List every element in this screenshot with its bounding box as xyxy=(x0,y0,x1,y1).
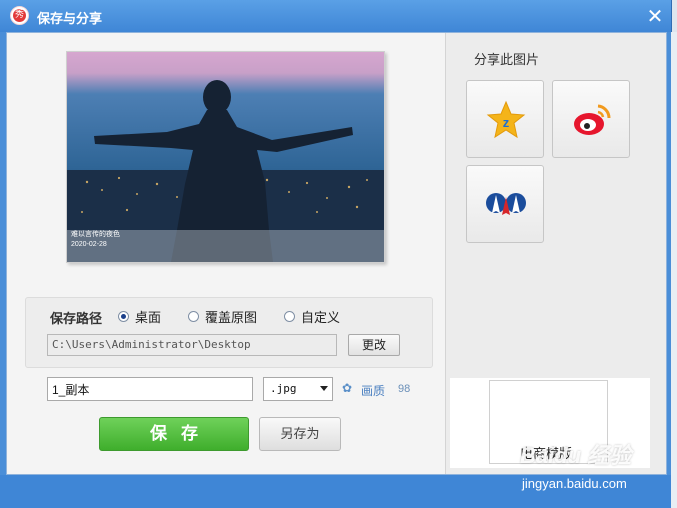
share-renren-button[interactable] xyxy=(466,165,544,243)
save-path-label: 保存路径 xyxy=(50,311,103,326)
radio-desktop-label: 桌面 xyxy=(135,309,162,325)
filename-input[interactable]: 1_副本 xyxy=(47,377,253,401)
dialog-window: 秀 保存与分享 ✕ 难以言传的夜色 2020-02-28 保存路径 桌面 覆盖原… xyxy=(0,0,672,508)
radio-dot[interactable] xyxy=(284,310,295,322)
radio-overwrite-label: 覆盖原图 xyxy=(205,309,258,325)
save-pane: 难以言传的夜色 2020-02-28 保存路径 桌面 覆盖原图 自定义 C:\U… xyxy=(7,33,445,474)
app-logo-glyph: 秀 xyxy=(13,9,26,22)
weibo-icon xyxy=(574,104,611,135)
radio-custom-label: 自定义 xyxy=(301,309,341,325)
format-select[interactable]: .jpg xyxy=(263,377,333,401)
close-button[interactable]: ✕ xyxy=(644,6,666,28)
svg-text:z: z xyxy=(503,115,510,130)
share-weibo-button[interactable] xyxy=(552,80,630,158)
watermark-logo: Baidu 经验 xyxy=(520,443,632,468)
watermark-url: jingyan.baidu.com xyxy=(522,476,627,491)
format-value: .jpg xyxy=(270,382,297,395)
caption-date: 2020-02-28 xyxy=(71,241,107,248)
radio-dot[interactable] xyxy=(188,310,199,322)
share-pane: 分享此图片 z 电商模版 xyxy=(446,33,666,474)
renren-icon xyxy=(486,193,526,215)
save-button[interactable]: 保存 xyxy=(99,417,249,451)
radio-custom[interactable]: 自定义 xyxy=(284,308,341,325)
share-title: 分享此图片 xyxy=(474,52,540,67)
share-qzone-button[interactable]: z xyxy=(466,80,544,158)
path-field[interactable]: C:\Users\Administrator\Desktop xyxy=(47,334,337,356)
quality-value: 98 xyxy=(398,383,411,395)
background-window-edge xyxy=(671,32,677,508)
dialog-body: 难以言传的夜色 2020-02-28 保存路径 桌面 覆盖原图 自定义 C:\U… xyxy=(6,32,667,475)
gear-icon[interactable]: ✿ xyxy=(342,382,354,394)
caption-title: 难以言传的夜色 xyxy=(71,231,120,238)
quality-link[interactable]: 画质 xyxy=(361,382,385,399)
app-logo-icon: 秀 xyxy=(10,6,29,25)
save-path-group: 保存路径 桌面 覆盖原图 自定义 C:\Users\Administrator\… xyxy=(25,297,433,368)
change-path-button[interactable]: 更改 xyxy=(348,334,400,356)
qzone-icon: z xyxy=(486,100,526,139)
preview-caption: 难以言传的夜色 2020-02-28 xyxy=(67,230,384,262)
radio-desktop[interactable]: 桌面 xyxy=(118,308,162,325)
chevron-down-icon[interactable] xyxy=(320,386,328,391)
save-as-button[interactable]: 另存为 xyxy=(259,417,341,451)
image-preview: 难以言传的夜色 2020-02-28 xyxy=(66,51,385,263)
dialog-title: 保存与分享 xyxy=(37,11,103,26)
radio-dot-selected[interactable] xyxy=(118,310,129,322)
title-bar[interactable]: 秀 保存与分享 ✕ xyxy=(0,0,671,32)
radio-overwrite[interactable]: 覆盖原图 xyxy=(188,308,258,325)
